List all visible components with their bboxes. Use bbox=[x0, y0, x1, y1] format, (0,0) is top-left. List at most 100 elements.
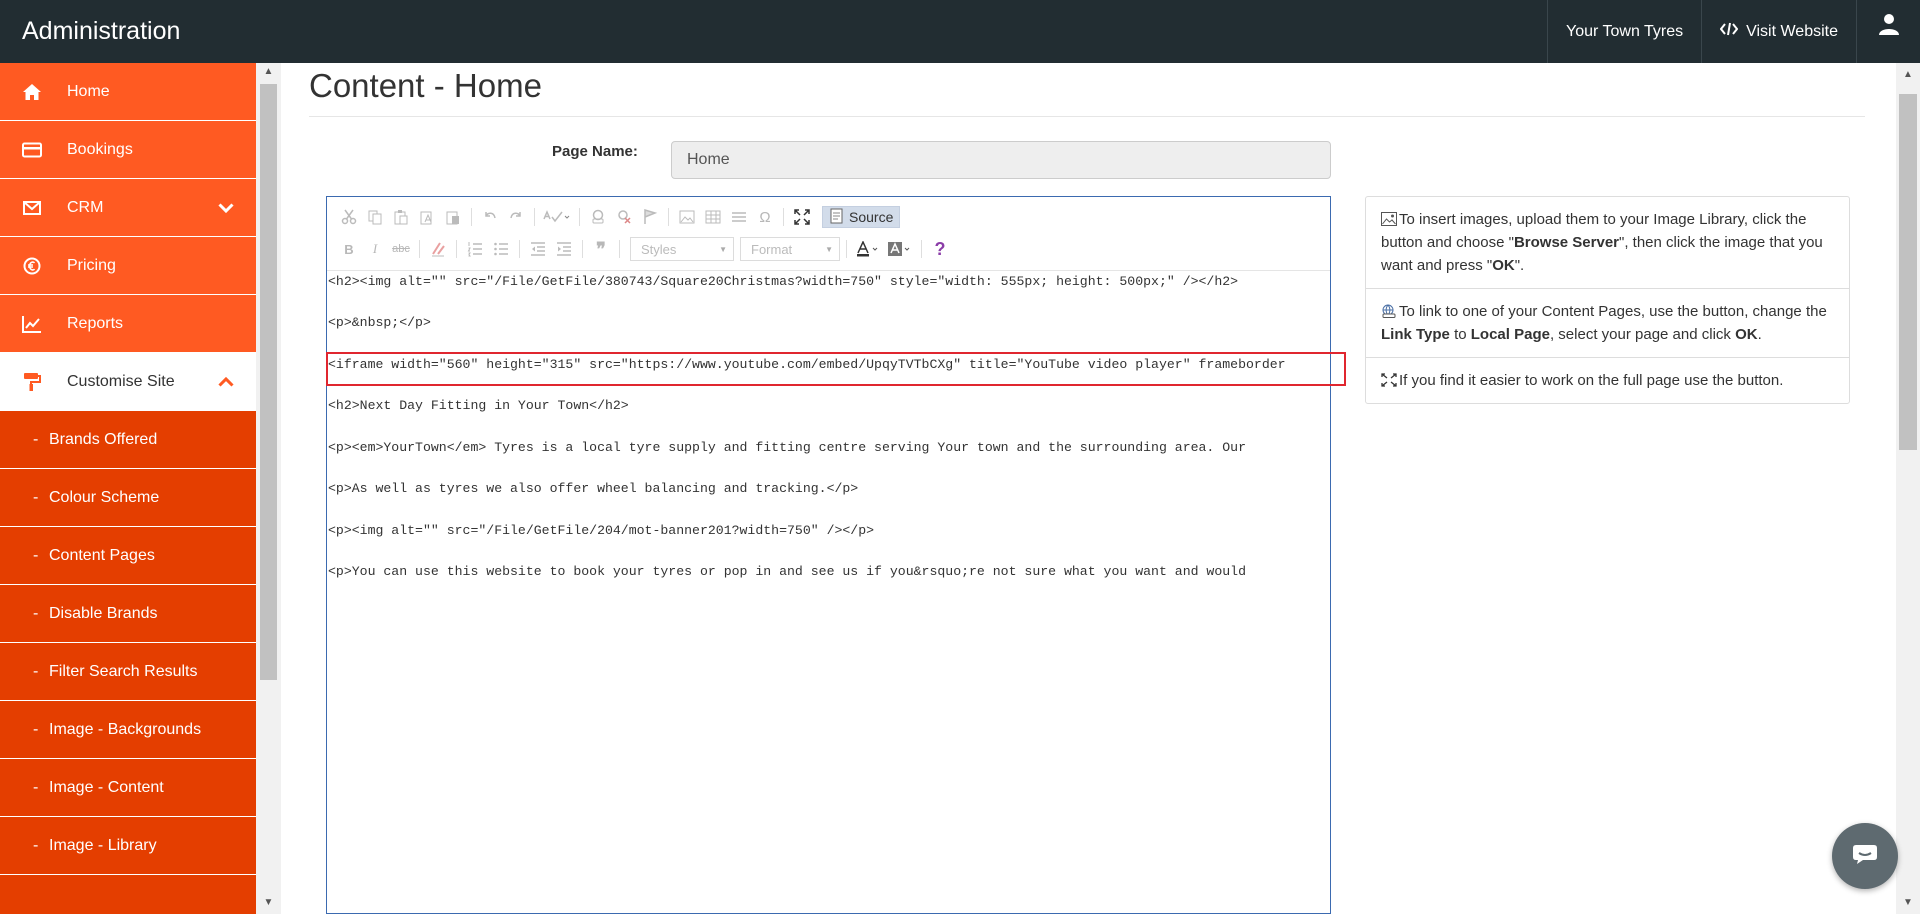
sidebar-item-bookings[interactable]: Bookings bbox=[0, 121, 256, 179]
envelope-icon bbox=[20, 179, 44, 237]
sidebar-item-label: Pricing bbox=[67, 256, 116, 274]
sidebar-subitem-label: Image - Backgrounds bbox=[49, 720, 202, 738]
styles-dropdown[interactable]: Styles ▼ bbox=[630, 237, 734, 261]
sidebar-subitem-image-backgrounds[interactable]: - Image - Backgrounds bbox=[0, 701, 256, 759]
iframe-highlight-box bbox=[326, 352, 1346, 386]
toolbar-separator bbox=[619, 240, 620, 258]
bold-icon[interactable]: B bbox=[337, 238, 361, 260]
sidebar-scroll-up-icon[interactable]: ▲ bbox=[256, 63, 281, 81]
maximize-icon[interactable] bbox=[790, 206, 814, 228]
paste-text-icon[interactable] bbox=[415, 206, 439, 228]
italic-icon[interactable]: I bbox=[363, 238, 387, 260]
visit-website-link[interactable]: Visit Website bbox=[1701, 0, 1856, 63]
toolbar-separator bbox=[579, 208, 580, 226]
app-title: Administration bbox=[22, 17, 181, 45]
help-panel: To insert images, upload them to your Im… bbox=[1365, 196, 1850, 404]
background-color-icon[interactable] bbox=[885, 238, 915, 260]
undo-icon[interactable] bbox=[478, 206, 502, 228]
sidebar-subitem-label: Disable Brands bbox=[49, 604, 158, 622]
unlink-icon[interactable] bbox=[612, 206, 636, 228]
top-nav: Your Town Tyres Visit Website bbox=[1547, 0, 1920, 63]
toolbar-separator bbox=[456, 240, 457, 258]
sidebar-scroll-down-icon[interactable]: ▼ bbox=[256, 894, 281, 912]
chat-button[interactable] bbox=[1832, 823, 1898, 889]
format-label: Format bbox=[751, 241, 793, 257]
paste-icon[interactable] bbox=[389, 206, 413, 228]
strikethrough-icon[interactable]: abc bbox=[389, 238, 413, 260]
sidebar-subitem-filter-search-results[interactable]: - Filter Search Results bbox=[0, 643, 256, 701]
toolbar-separator bbox=[668, 208, 669, 226]
styles-label: Styles bbox=[641, 241, 677, 257]
text-color-icon[interactable] bbox=[853, 238, 883, 260]
sidebar-subitem-label: Brands Offered bbox=[49, 430, 158, 448]
image-icon[interactable] bbox=[675, 206, 699, 228]
sidebar-subitem-more[interactable] bbox=[0, 875, 256, 914]
sidebar-subitem-brands-offered[interactable]: - Brands Offered bbox=[0, 411, 256, 469]
site-name-link[interactable]: Your Town Tyres bbox=[1547, 0, 1701, 63]
bulleted-list-icon[interactable] bbox=[489, 238, 513, 260]
sidebar-item-customise-site[interactable]: Customise Site bbox=[0, 353, 256, 411]
code-line: <p><img alt="" src="/File/GetFile/204/mo… bbox=[328, 523, 875, 538]
visit-website-label: Visit Website bbox=[1746, 22, 1838, 40]
copy-icon[interactable] bbox=[363, 206, 387, 228]
sidebar-subitem-image-content[interactable]: - Image - Content bbox=[0, 759, 256, 817]
credit-card-icon bbox=[20, 121, 44, 179]
sidebar-subitem-colour-scheme[interactable]: - Colour Scheme bbox=[0, 469, 256, 527]
sidebar-item-reports[interactable]: Reports bbox=[0, 295, 256, 353]
outdent-icon[interactable] bbox=[526, 238, 550, 260]
main-scroll-up-icon[interactable]: ▲ bbox=[1896, 66, 1920, 84]
sidebar-subitem-dash: - bbox=[33, 430, 39, 448]
sidebar-item-pricing[interactable]: Pricing bbox=[0, 237, 256, 295]
format-dropdown[interactable]: Format ▼ bbox=[740, 237, 840, 261]
table-icon[interactable] bbox=[701, 206, 725, 228]
link-icon[interactable] bbox=[586, 206, 610, 228]
help-text: to bbox=[1449, 326, 1471, 343]
help-emphasis: OK bbox=[1492, 257, 1515, 274]
blockquote-icon[interactable]: ❞ bbox=[589, 238, 613, 260]
remove-format-icon[interactable] bbox=[426, 238, 450, 260]
cut-icon[interactable] bbox=[337, 206, 361, 228]
link-globe-icon bbox=[1381, 302, 1397, 318]
toolbar-separator bbox=[783, 208, 784, 226]
help-emphasis: OK bbox=[1735, 326, 1758, 343]
source-button[interactable]: Source bbox=[822, 206, 901, 228]
content-editor[interactable]: Ω Source B I abc ❞ Styles ▼ Format ▼ ? <… bbox=[326, 196, 1331, 914]
sidebar-subitem-content-pages[interactable]: - Content Pages bbox=[0, 527, 256, 585]
main-scrollbar-thumb[interactable] bbox=[1899, 94, 1917, 450]
numbered-list-icon[interactable] bbox=[463, 238, 487, 260]
code-icon bbox=[1719, 2, 1739, 62]
sidebar-item-crm[interactable]: CRM bbox=[0, 179, 256, 237]
help-question-icon[interactable]: ? bbox=[928, 238, 952, 260]
chevron-down-icon[interactable] bbox=[218, 179, 234, 237]
chevron-up-icon[interactable] bbox=[218, 353, 234, 411]
sidebar-subitem-disable-brands[interactable]: - Disable Brands bbox=[0, 585, 256, 643]
page-name-input[interactable] bbox=[671, 141, 1331, 179]
spellcheck-icon[interactable] bbox=[541, 206, 573, 228]
sidebar-subitem-image-library[interactable]: - Image - Library bbox=[0, 817, 256, 875]
page-title: Content - Home bbox=[309, 67, 542, 104]
toolbar-separator bbox=[534, 208, 535, 226]
sidebar-subitem-label: Filter Search Results bbox=[49, 662, 198, 680]
help-emphasis: Browse Server bbox=[1513, 234, 1619, 251]
chevron-down-icon: ▼ bbox=[719, 244, 727, 254]
redo-icon[interactable] bbox=[504, 206, 528, 228]
toolbar-separator bbox=[519, 240, 520, 258]
help-emphasis: Link Type bbox=[1381, 326, 1450, 343]
main-scroll-down-icon[interactable]: ▼ bbox=[1896, 894, 1920, 912]
title-divider bbox=[309, 116, 1865, 117]
home-icon bbox=[20, 63, 44, 121]
sidebar-subitem-label: Content Pages bbox=[49, 546, 155, 564]
anchor-flag-icon[interactable] bbox=[638, 206, 662, 228]
sidebar-item-home[interactable]: Home bbox=[0, 63, 256, 121]
special-char-icon[interactable]: Ω bbox=[753, 206, 777, 228]
user-icon bbox=[1877, 2, 1901, 62]
help-text: . bbox=[1757, 326, 1762, 343]
sidebar-subitem-dash: - bbox=[33, 604, 39, 622]
user-menu-button[interactable] bbox=[1856, 0, 1920, 63]
horizontal-line-icon[interactable] bbox=[727, 206, 751, 228]
toolbar-row-2: B I abc ❞ Styles ▼ Format ▼ ? bbox=[337, 236, 952, 262]
sidebar-scrollbar-thumb[interactable] bbox=[260, 84, 277, 680]
sidebar-subitem-label: Colour Scheme bbox=[49, 488, 160, 506]
paste-word-icon[interactable] bbox=[441, 206, 465, 228]
indent-icon[interactable] bbox=[552, 238, 576, 260]
